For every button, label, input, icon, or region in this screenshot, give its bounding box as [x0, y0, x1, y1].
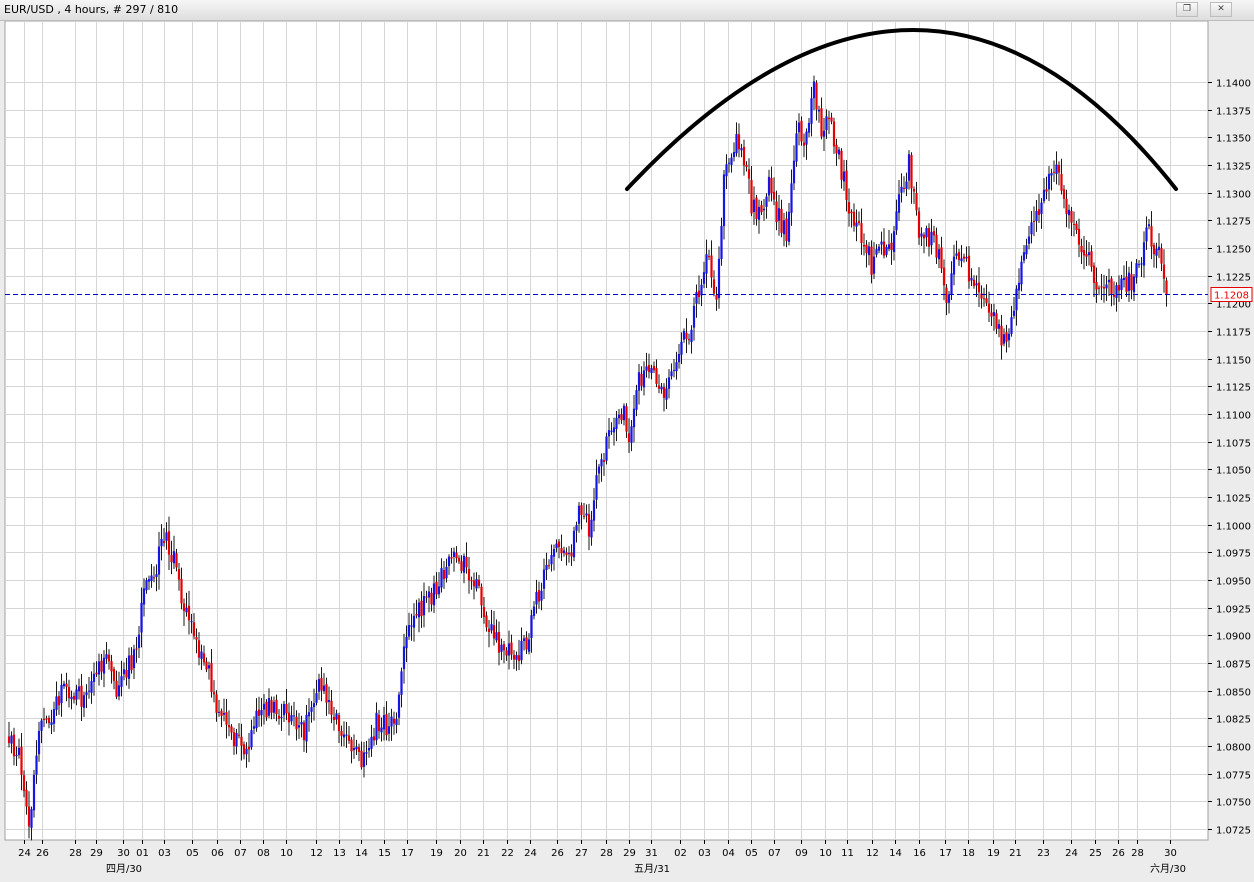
x-axis: 24 26 28 29 30 01 03 05 06 07 08 10 12 13 14 15 17 19 20 21…	[18, 840, 1186, 875]
x-tick-label: 03	[698, 848, 711, 859]
y-tick-label: 1.1250	[1216, 245, 1251, 256]
close-button[interactable]: ✕	[1210, 2, 1232, 17]
x-tick-label: 21	[1009, 848, 1022, 859]
y-tick-label: 1.0775	[1216, 771, 1251, 782]
y-axis: 1.1400 1.1375 1.1350 1.1325 1.1300 1.1275 1.12…	[1208, 79, 1251, 837]
x-tick-label: 10	[819, 848, 832, 859]
x-tick-label: 21	[477, 848, 490, 859]
x-tick-label: 22	[501, 848, 514, 859]
x-tick-label: 20	[454, 848, 467, 859]
y-tick-label: 1.1400	[1216, 79, 1251, 90]
x-tick-label: 26	[36, 848, 49, 859]
x-tick-label: 14	[889, 848, 902, 859]
x-tick-label: 24	[524, 848, 537, 859]
close-icon: ✕	[1217, 4, 1225, 14]
price-chart[interactable]: 1.1400 1.1375 1.1350 1.1325 1.1300 1.1275 1.12…	[0, 21, 1254, 882]
candle-up	[572, 526, 576, 562]
y-tick-label: 1.0725	[1216, 826, 1251, 837]
y-tick-label: 1.0850	[1216, 688, 1251, 699]
x-tick-label: 19	[430, 848, 443, 859]
x-tick-label: 29	[90, 848, 103, 859]
y-tick-label: 1.0800	[1216, 743, 1251, 754]
x-tick-label: 14	[355, 848, 368, 859]
y-tick-label: 1.1050	[1216, 466, 1251, 477]
x-tick-label: 02	[674, 848, 687, 859]
y-tick-label: 1.1350	[1216, 134, 1251, 145]
x-tick-label: 01	[136, 848, 149, 859]
x-tick-label: 26	[1112, 848, 1125, 859]
chart-window: EUR/USD , 4 hours, # 297 / 810 ❐ ✕ 1.140…	[0, 0, 1254, 882]
candle-down	[800, 116, 803, 146]
x-tick-label: 19	[987, 848, 1000, 859]
y-tick-label: 1.0975	[1216, 549, 1251, 560]
month-label: 五月/31	[634, 863, 670, 875]
x-tick-label: 27	[575, 848, 588, 859]
x-tick-label: 18	[962, 848, 975, 859]
y-tick-label: 1.1325	[1216, 162, 1251, 173]
y-tick-label: 1.1150	[1216, 356, 1251, 367]
y-tick-label: 1.1300	[1216, 190, 1251, 201]
x-tick-label: 30	[1164, 848, 1177, 859]
x-tick-label: 28	[600, 848, 613, 859]
x-tick-label: 09	[795, 848, 808, 859]
y-tick-label: 1.1375	[1216, 107, 1251, 118]
y-tick-label: 1.0925	[1216, 605, 1251, 616]
x-tick-label: 15	[378, 848, 391, 859]
x-tick-label: 25	[1089, 848, 1102, 859]
x-tick-label: 31	[645, 848, 658, 859]
y-tick-label: 1.1125	[1216, 383, 1251, 394]
x-tick-label: 26	[551, 848, 564, 859]
y-tick-label: 1.1000	[1216, 522, 1251, 533]
x-tick-label: 13	[333, 848, 346, 859]
y-tick-label: 1.0875	[1216, 660, 1251, 671]
x-tick-label: 07	[234, 848, 247, 859]
x-tick-label: 04	[722, 848, 735, 859]
month-label: 四月/30	[106, 863, 142, 875]
x-tick-label: 11	[841, 848, 854, 859]
y-tick-label: 1.1025	[1216, 494, 1251, 505]
restore-icon: ❐	[1182, 4, 1192, 14]
x-tick-label: 24	[18, 848, 31, 859]
x-tick-label: 08	[257, 848, 270, 859]
y-tick-label: 1.0900	[1216, 632, 1251, 643]
x-tick-label: 24	[1065, 848, 1078, 859]
x-tick-label: 06	[211, 848, 224, 859]
y-tick-label: 1.1275	[1216, 217, 1251, 228]
x-tick-label: 12	[310, 848, 323, 859]
candle-up	[605, 432, 608, 465]
x-tick-label: 29	[623, 848, 636, 859]
y-tick-label: 1.1100	[1216, 411, 1251, 422]
x-tick-label: 12	[866, 848, 879, 859]
x-tick-label: 28	[1131, 848, 1144, 859]
restore-button[interactable]: ❐	[1176, 2, 1198, 17]
y-tick-label: 1.1225	[1216, 273, 1251, 284]
chart-titlebar: EUR/USD , 4 hours, # 297 / 810 ❐ ✕	[0, 0, 1254, 21]
x-tick-label: 05	[186, 848, 199, 859]
x-tick-label: 05	[745, 848, 758, 859]
x-tick-label: 23	[1037, 848, 1050, 859]
y-tick-label: 1.0950	[1216, 577, 1251, 588]
x-tick-label: 03	[158, 848, 171, 859]
y-tick-label: 1.1175	[1216, 328, 1251, 339]
chart-title: EUR/USD , 4 hours, # 297 / 810	[4, 3, 179, 16]
x-tick-label: 28	[69, 848, 82, 859]
month-label: 六月/30	[1150, 863, 1186, 875]
x-tick-label: 10	[280, 848, 293, 859]
x-tick-label: 17	[939, 848, 952, 859]
x-tick-label: 17	[401, 848, 414, 859]
x-tick-label: 30	[117, 848, 130, 859]
x-tick-label: 16	[913, 848, 926, 859]
y-tick-label: 1.1075	[1216, 439, 1251, 450]
y-tick-label: 1.0750	[1216, 798, 1251, 809]
current-price-label: 1.1208	[1214, 291, 1249, 302]
x-tick-label: 07	[768, 848, 781, 859]
y-tick-label: 1.0825	[1216, 715, 1251, 726]
